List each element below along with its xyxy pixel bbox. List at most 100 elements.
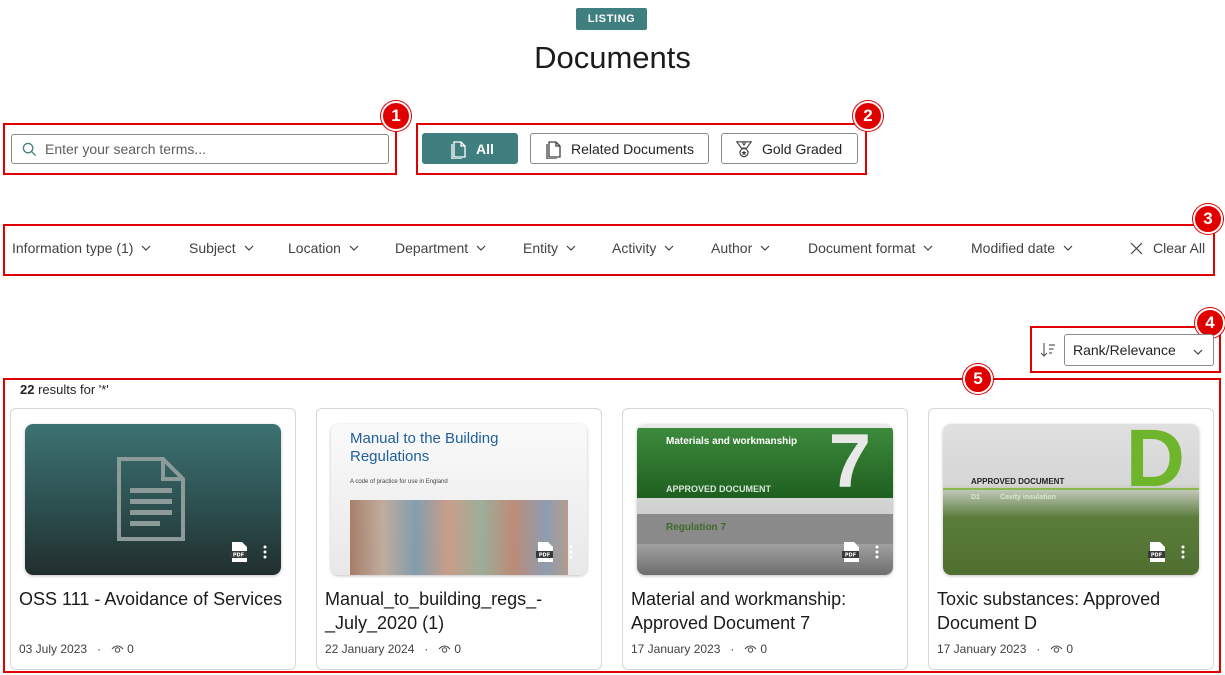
- card-meta: 17 January 2023 · 0: [631, 642, 767, 656]
- results-suffix: results for '*': [34, 382, 109, 397]
- tab-related-documents-label: Related Documents: [571, 140, 694, 157]
- callout-number-5: 5: [963, 364, 993, 394]
- more-options-icon[interactable]: [569, 545, 573, 559]
- chevron-down-icon: [244, 245, 254, 251]
- pdf-text: PDF: [845, 553, 856, 559]
- pdf-text: PDF: [233, 553, 244, 559]
- document-icon: [451, 140, 466, 159]
- filter-label: Location: [288, 240, 341, 256]
- eye-icon: [745, 645, 757, 653]
- thumbnail-title: Manual to the Building Regulations: [350, 430, 499, 465]
- thumbnail-title: Materials and workmanship: [666, 436, 798, 447]
- card-meta: 17 January 2023 · 0: [937, 642, 1073, 656]
- listing-badge: LISTING: [576, 8, 647, 30]
- sort-select[interactable]: Rank/Relevance: [1064, 334, 1214, 366]
- chevron-down-icon: [760, 245, 770, 251]
- thumbnail-subtitle: A code of practice for use in England: [350, 479, 448, 485]
- filter-label: Entity: [523, 240, 559, 256]
- eye-icon: [1051, 645, 1063, 653]
- thumbnail-sub-code: D1: [971, 494, 980, 501]
- chevron-down-icon: [923, 245, 933, 251]
- document-thumbnail[interactable]: PDF: [25, 424, 281, 575]
- thumbnail-label: APPROVED DOCUMENT: [971, 477, 1065, 486]
- chevron-down-icon: [1063, 245, 1073, 251]
- pdf-icon: PDF: [536, 542, 553, 562]
- filter-label: Modified date: [971, 240, 1056, 256]
- card-views: 0: [760, 642, 768, 656]
- thumbnail-footer: Regulation 7: [666, 522, 727, 533]
- thumbnail-band: Regulation 7: [637, 514, 893, 544]
- tab-all-label: All: [476, 140, 494, 157]
- tab-gold-graded[interactable]: Gold Graded: [721, 133, 858, 164]
- thumbnail-sub-title: Cavity insulation: [999, 494, 1056, 501]
- page-title: Documents: [534, 40, 691, 75]
- card-meta: 22 January 2024 · 0: [325, 642, 461, 656]
- pdf-icon: PDF: [842, 542, 859, 562]
- card-date: 17 January 2023: [631, 642, 721, 656]
- thumbnail-label: APPROVED DOCUMENT: [666, 484, 772, 494]
- card-date: 03 July 2023: [19, 642, 88, 656]
- chevron-down-icon: [476, 245, 486, 251]
- filter-activity[interactable]: Activity: [612, 240, 674, 256]
- chevron-down-icon: [664, 245, 674, 251]
- document-thumbnail[interactable]: Materials and workmanship APPROVED DOCUM…: [637, 424, 893, 575]
- chevron-down-icon: [141, 245, 151, 251]
- chevron-down-icon: [1193, 349, 1203, 355]
- search-icon: [22, 142, 37, 156]
- callout-number-3: 3: [1193, 204, 1223, 234]
- document-card[interactable]: Materials and workmanship APPROVED DOCUM…: [622, 408, 908, 670]
- results-number: 22: [20, 382, 35, 397]
- filter-modified-date[interactable]: Modified date: [971, 240, 1073, 256]
- more-options-icon[interactable]: [1181, 545, 1185, 559]
- search-input[interactable]: [45, 141, 365, 157]
- tab-gold-graded-label: Gold Graded: [762, 140, 843, 157]
- sort-value: Rank/Relevance: [1073, 342, 1176, 358]
- filter-document-format[interactable]: Document format: [808, 240, 933, 256]
- search-box[interactable]: [11, 134, 389, 164]
- thumbnail-rule: [943, 488, 1199, 490]
- filter-subject[interactable]: Subject: [189, 240, 254, 256]
- separator-dot: ·: [1036, 642, 1041, 656]
- card-title[interactable]: Manual_to_building_regs_-_July_2020 (1): [325, 587, 597, 635]
- thumbnail-painting: [350, 500, 568, 575]
- tab-all[interactable]: All: [422, 133, 518, 164]
- card-date: 17 January 2023: [937, 642, 1027, 656]
- clear-all-label: Clear All: [1153, 240, 1206, 256]
- document-icon: [546, 140, 561, 159]
- thumbnail-big-number: 7: [828, 424, 871, 504]
- results-count: 22 results for '*': [20, 382, 109, 397]
- more-options-icon[interactable]: [263, 545, 267, 559]
- document-card[interactable]: Manual to the Building Regulations A cod…: [316, 408, 602, 670]
- chevron-down-icon: [566, 245, 576, 251]
- document-thumbnail[interactable]: D APPROVED DOCUMENT D1 Cavity insulation …: [943, 424, 1199, 575]
- tab-related-documents[interactable]: Related Documents: [530, 133, 709, 164]
- card-views: 0: [1066, 642, 1074, 656]
- filter-information-type[interactable]: Information type (1): [12, 240, 151, 256]
- sort-icon[interactable]: [1040, 342, 1056, 358]
- card-title[interactable]: OSS 111 - Avoidance of Services: [19, 587, 291, 611]
- eye-icon: [439, 645, 451, 653]
- filter-label: Author: [711, 240, 753, 256]
- filter-location[interactable]: Location: [288, 240, 359, 256]
- card-views: 0: [454, 642, 462, 656]
- thumbnail-subtitle: D1 Cavity insulation: [971, 494, 1056, 501]
- file-text-icon: [117, 457, 185, 541]
- filter-label: Activity: [612, 240, 657, 256]
- filter-author[interactable]: Author: [711, 240, 770, 256]
- callout-number-1: 1: [381, 101, 411, 131]
- card-meta: 03 July 2023 · 0: [19, 642, 134, 656]
- medal-icon: [735, 140, 753, 157]
- pdf-icon: PDF: [230, 542, 247, 562]
- document-card[interactable]: D APPROVED DOCUMENT D1 Cavity insulation …: [928, 408, 1214, 670]
- pdf-text: PDF: [1151, 553, 1162, 559]
- separator-dot: ·: [97, 642, 102, 656]
- more-options-icon[interactable]: [875, 545, 879, 559]
- filter-department[interactable]: Department: [395, 240, 486, 256]
- document-thumbnail[interactable]: Manual to the Building Regulations A cod…: [331, 424, 587, 575]
- card-title[interactable]: Toxic substances: Approved Document D: [937, 587, 1209, 635]
- clear-all-button[interactable]: Clear All: [1130, 240, 1205, 256]
- document-card[interactable]: PDF OSS 111 - Avoidance of Services 03 J…: [10, 408, 296, 670]
- filter-entity[interactable]: Entity: [523, 240, 576, 256]
- card-title[interactable]: Material and workmanship: Approved Docum…: [631, 587, 903, 635]
- separator-dot: ·: [424, 642, 429, 656]
